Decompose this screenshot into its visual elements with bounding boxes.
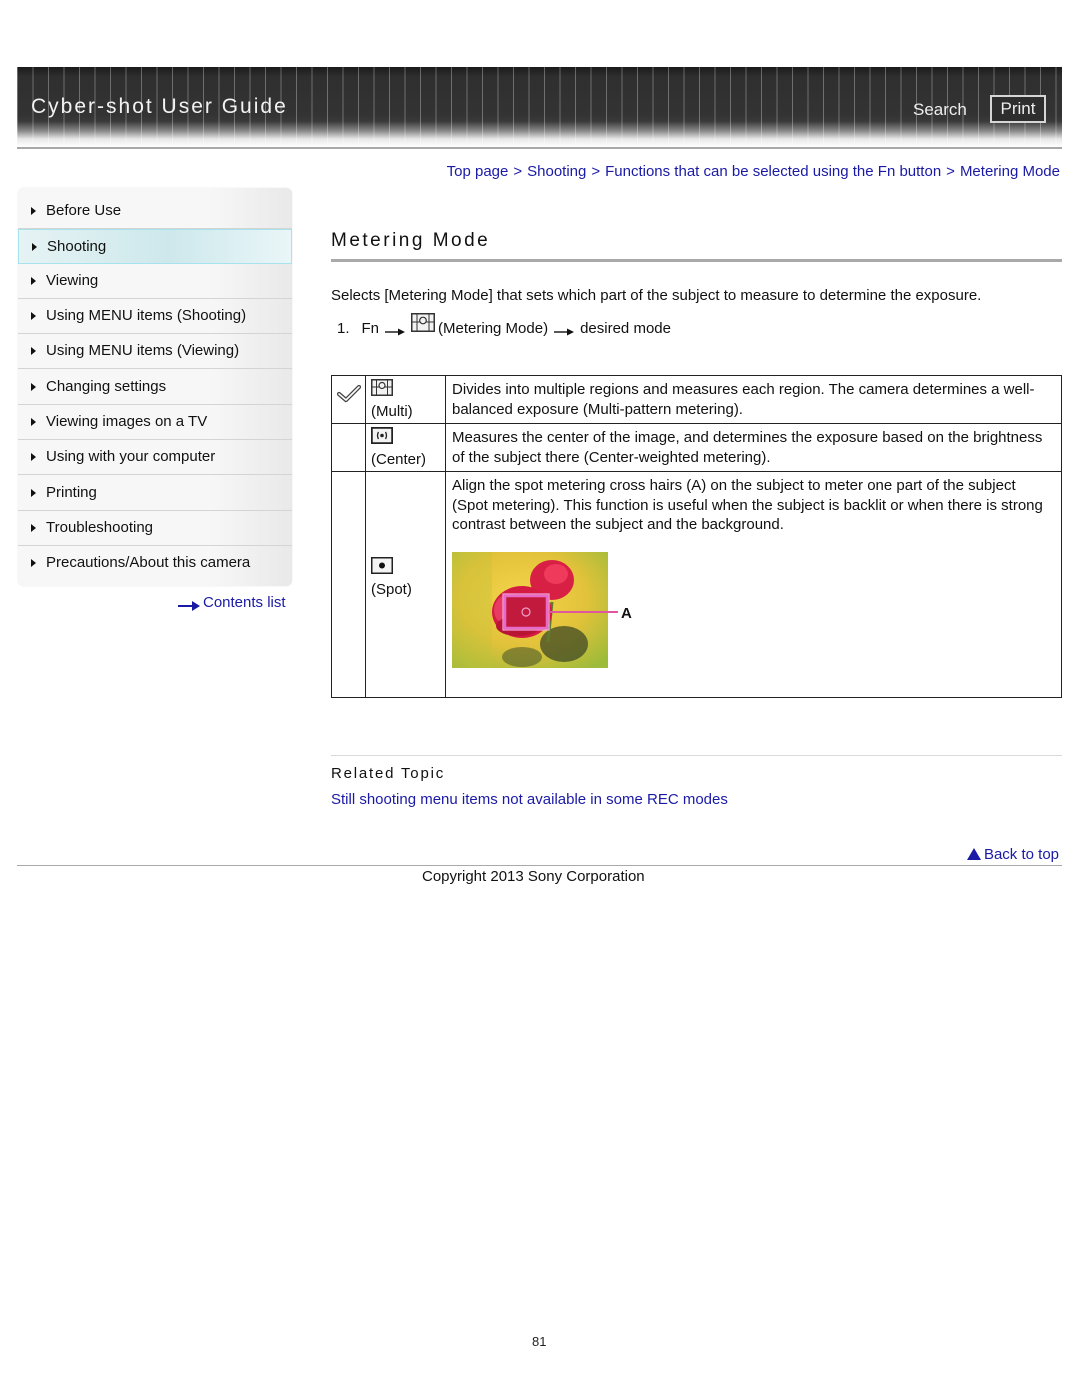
triangle-right-icon	[31, 312, 36, 320]
page-number: 81	[532, 1334, 547, 1349]
mode-cell: (Spot)	[365, 471, 446, 698]
default-cell	[331, 423, 366, 472]
related-topic-heading: Related Topic	[331, 765, 446, 782]
footer-divider	[17, 865, 1062, 866]
triangle-right-icon	[31, 277, 36, 285]
related-divider	[331, 755, 1062, 756]
back-to-top-link[interactable]: Back to top	[966, 846, 1059, 863]
metering-mode-icon	[411, 313, 436, 336]
rose-photo-illustration: A	[452, 551, 632, 668]
triangle-right-icon	[31, 489, 36, 497]
sidebar-item-label: Using with your computer	[46, 448, 216, 465]
default-cell	[331, 375, 366, 424]
sidebar-item-label: Precautions/About this camera	[46, 554, 251, 571]
sidebar-nav: Before Use Shooting Viewing Using MENU i…	[18, 188, 292, 586]
triangle-right-icon	[32, 243, 37, 251]
sidebar-item-label: Printing	[46, 484, 97, 501]
mode-description: Measures the center of the image, and de…	[445, 423, 1062, 472]
copyright-text: Copyright 2013 Sony Corporation	[422, 868, 645, 885]
table-row: (Spot) Align the spot metering cross hai…	[331, 471, 1062, 698]
triangle-right-icon	[31, 207, 36, 215]
breadcrumb-separator: >	[591, 163, 601, 180]
sidebar-item-viewing[interactable]: Viewing	[18, 264, 292, 299]
related-topic-link[interactable]: Still shooting menu items not available …	[331, 791, 728, 808]
triangle-right-icon	[31, 383, 36, 391]
arrow-right-icon	[554, 324, 575, 335]
sidebar-item-menu-shooting[interactable]: Using MENU items (Shooting)	[18, 299, 292, 334]
desired-mode-label: desired mode	[580, 320, 671, 337]
triangle-up-icon	[966, 848, 981, 860]
sidebar-item-label: Viewing images on a TV	[46, 413, 208, 430]
breadcrumb-metering-mode[interactable]: Metering Mode	[960, 163, 1060, 180]
print-button[interactable]: Print	[990, 95, 1046, 123]
contents-list-link[interactable]: Contents list	[178, 594, 286, 612]
sidebar-item-label: Using MENU items (Shooting)	[46, 307, 247, 324]
metering-mode-table: (Multi) Divides into multiple regions an…	[331, 375, 1062, 698]
sidebar-item-changing-settings[interactable]: Changing settings	[18, 370, 292, 405]
sidebar-item-label: Troubleshooting	[46, 519, 154, 536]
sidebar-item-shooting[interactable]: Shooting	[18, 229, 292, 264]
intro-text: Selects [Metering Mode] that sets which …	[331, 287, 982, 304]
step-number: 1.	[337, 320, 350, 337]
back-to-top-label: Back to top	[983, 846, 1059, 863]
sidebar-item-label: Viewing	[46, 272, 99, 289]
arrow-right-icon	[385, 324, 406, 335]
sidebar-item-label: Shooting	[47, 238, 107, 255]
title-divider	[331, 259, 1062, 262]
sidebar-item-computer[interactable]: Using with your computer	[18, 440, 292, 475]
sidebar-item-menu-viewing[interactable]: Using MENU items (Viewing)	[18, 334, 292, 369]
fn-label: Fn	[361, 320, 380, 337]
mode-name: (Multi)	[371, 403, 413, 420]
guide-title: Cyber-shot User Guide	[31, 95, 288, 118]
breadcrumb-top-page[interactable]: Top page	[447, 163, 509, 180]
mode-name: (Center)	[371, 451, 427, 468]
center-metering-icon	[370, 426, 394, 448]
triangle-right-icon	[31, 524, 36, 532]
triangle-right-icon	[31, 453, 36, 461]
sidebar-item-tv[interactable]: Viewing images on a TV	[18, 405, 292, 440]
mode-description: Divides into multiple regions and measur…	[445, 375, 1062, 424]
sidebar-item-before-use[interactable]: Before Use	[18, 194, 292, 229]
table-row: (Center) Measures the center of the imag…	[331, 423, 1062, 472]
triangle-right-icon	[31, 418, 36, 426]
step-instruction: 1. Fn (Metering Mode) desired mode	[337, 313, 671, 340]
mode-cell: (Center)	[365, 423, 446, 472]
mode-cell: (Multi)	[365, 375, 446, 424]
metering-mode-label: (Metering Mode)	[438, 320, 549, 337]
triangle-right-icon	[31, 347, 36, 355]
header-divider	[17, 147, 1062, 149]
breadcrumb-shooting[interactable]: Shooting	[527, 163, 586, 180]
page-title: Metering Mode	[331, 230, 491, 251]
table-row: (Multi) Divides into multiple regions an…	[331, 375, 1062, 424]
sidebar-item-label: Changing settings	[46, 378, 167, 395]
multi-metering-icon	[371, 379, 393, 400]
sidebar-item-printing[interactable]: Printing	[18, 476, 292, 511]
triangle-right-icon	[31, 559, 36, 567]
sidebar-item-precautions[interactable]: Precautions/About this camera	[18, 546, 292, 581]
sidebar-item-label: Using MENU items (Viewing)	[46, 342, 240, 359]
checkmark-icon	[336, 384, 365, 407]
default-cell	[331, 471, 366, 698]
contents-list-label: Contents list	[203, 594, 286, 611]
mode-name: (Spot)	[371, 581, 412, 598]
spot-metering-icon	[371, 557, 393, 578]
breadcrumb-separator: >	[946, 163, 955, 180]
breadcrumb: Top page > Shooting > Functions that can be …	[447, 163, 1060, 180]
mode-description-cell: Align the spot metering cross hairs (A) …	[445, 471, 1062, 698]
spot-metering-photo: A	[452, 551, 637, 668]
callout-label: A	[621, 605, 632, 622]
search-button[interactable]: Search	[913, 100, 967, 120]
breadcrumb-separator: >	[513, 163, 523, 180]
sidebar-item-label: Before Use	[46, 202, 122, 219]
sidebar-item-troubleshooting[interactable]: Troubleshooting	[18, 511, 292, 546]
breadcrumb-fn-functions[interactable]: Functions that can be selected using the…	[605, 163, 941, 180]
arrow-right-icon	[178, 598, 200, 612]
header-banner: Cyber-shot User Guide Search Print	[17, 67, 1062, 147]
mode-description: Align the spot metering cross hairs (A) …	[452, 477, 1043, 533]
